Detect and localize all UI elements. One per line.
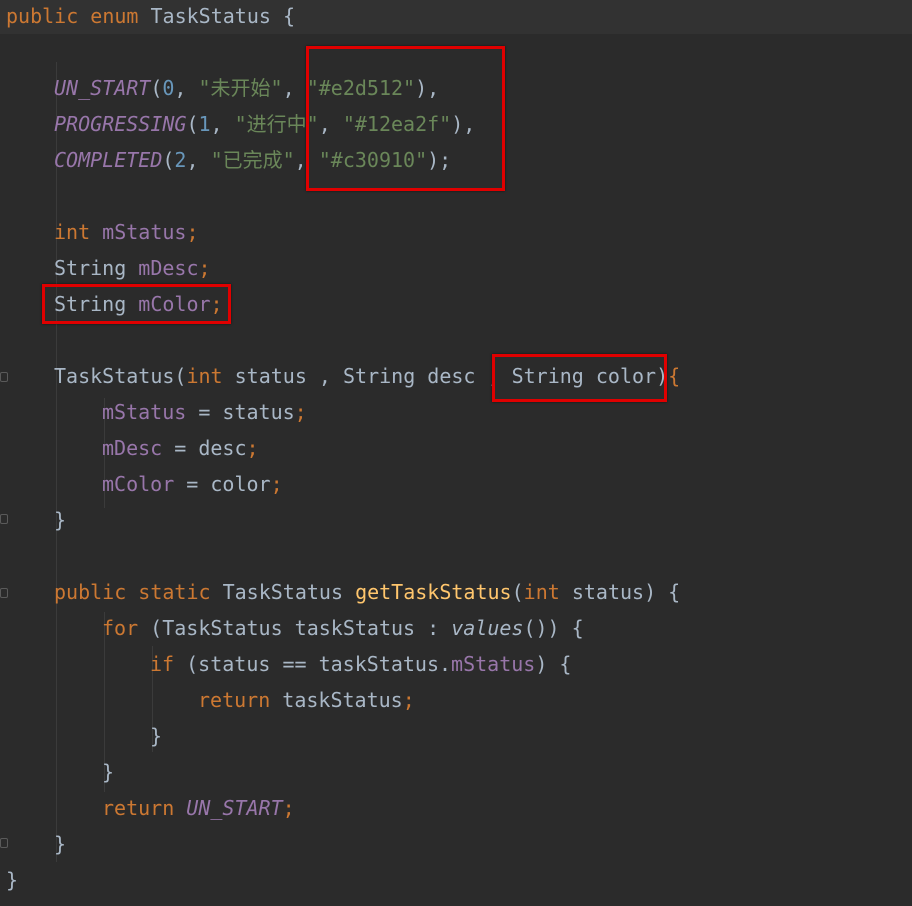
brace: {	[668, 364, 681, 388]
type-name: String	[343, 364, 416, 388]
brace: }	[54, 832, 67, 856]
code-line[interactable]: for (TaskStatus taskStatus : values()) {	[102, 610, 584, 646]
type-keyword: int	[186, 364, 223, 388]
semicolon: ;	[186, 220, 199, 244]
code-text: (status == taskStatus.	[174, 652, 452, 676]
keyword: return	[198, 688, 271, 712]
punct: (	[150, 76, 163, 100]
brace: }	[150, 724, 163, 748]
code-line[interactable]: public enum TaskStatus {	[0, 0, 912, 34]
fold-marker-icon[interactable]	[0, 514, 8, 524]
keyword: for	[102, 616, 139, 640]
enum-constant: PROGRESSING	[54, 112, 187, 136]
type-name: String	[54, 256, 127, 280]
punct: ,	[282, 76, 307, 100]
brace: }	[54, 508, 67, 532]
number-literal: 2	[174, 148, 187, 172]
keyword: return	[102, 796, 175, 820]
code-line[interactable]: }	[150, 718, 162, 754]
code-line[interactable]: return taskStatus;	[198, 682, 415, 718]
field-name: mStatus	[451, 652, 536, 676]
code-text: taskStatus	[270, 688, 403, 712]
code-line[interactable]: mDesc = desc;	[102, 430, 259, 466]
assignment: = status	[186, 400, 295, 424]
semicolon: ;	[270, 472, 283, 496]
paren: (	[511, 580, 524, 604]
param: status ,	[222, 364, 344, 388]
code-line[interactable]: mColor = color;	[102, 466, 283, 502]
semicolon: ;	[402, 688, 415, 712]
number-literal: 0	[162, 76, 175, 100]
code-line[interactable]: return UN_START;	[102, 790, 295, 826]
field-name: mDesc	[138, 256, 199, 280]
code-line[interactable]: }	[54, 826, 66, 862]
semicolon: ;	[246, 436, 259, 460]
punct: ,	[174, 76, 199, 100]
param: status) {	[559, 580, 681, 604]
highlight-box-color-values	[306, 46, 505, 191]
string-literal: "未开始"	[198, 76, 283, 100]
code-line[interactable]: }	[54, 502, 66, 538]
punct: ,	[210, 112, 235, 136]
keyword: static	[138, 580, 211, 604]
punct: ,	[186, 148, 211, 172]
type-name: TaskStatus	[222, 580, 344, 604]
code-line[interactable]: if (status == taskStatus.mStatus) {	[150, 646, 571, 682]
method-call: values	[451, 616, 524, 640]
number-literal: 1	[198, 112, 211, 136]
fold-marker-icon[interactable]	[0, 838, 8, 848]
assignment: = desc	[162, 436, 247, 460]
enum-name: TaskStatus	[150, 4, 271, 28]
assignment: = color	[174, 472, 271, 496]
code-line[interactable]: String mDesc;	[54, 250, 211, 286]
keyword: enum	[90, 4, 139, 28]
method-name: getTaskStatus	[355, 580, 512, 604]
paren: (	[174, 364, 187, 388]
code-text: ) {	[535, 652, 572, 676]
brace: }	[102, 760, 115, 784]
code-text: ()) {	[523, 616, 584, 640]
highlight-box-mcolor-field	[42, 284, 231, 324]
field-name: mColor	[102, 472, 175, 496]
code-line[interactable]: }	[6, 862, 18, 898]
highlight-box-color-param	[492, 354, 667, 402]
brace: {	[282, 4, 296, 28]
code-line[interactable]: mStatus = status;	[102, 394, 307, 430]
constructor-name: TaskStatus	[54, 364, 175, 388]
code-line[interactable]: int mStatus;	[54, 214, 199, 250]
field-name: mStatus	[102, 400, 187, 424]
type-keyword: int	[523, 580, 560, 604]
brace: }	[6, 868, 19, 892]
field-name: mDesc	[102, 436, 163, 460]
code-line[interactable]: }	[102, 754, 114, 790]
enum-constant: COMPLETED	[54, 148, 163, 172]
fold-marker-icon[interactable]	[0, 588, 8, 598]
indent-guide	[56, 62, 57, 862]
string-literal: "已完成"	[210, 148, 295, 172]
fold-marker-icon[interactable]	[0, 372, 8, 382]
semicolon: ;	[198, 256, 211, 280]
keyword: public	[6, 4, 79, 28]
keyword: if	[150, 652, 175, 676]
enum-constant: UN_START	[54, 76, 151, 100]
code-editor[interactable]: public enum TaskStatus { UN_START(0, "未开…	[0, 0, 912, 906]
punct: (	[162, 148, 175, 172]
semicolon: ;	[294, 400, 307, 424]
enum-constant: UN_START	[186, 796, 283, 820]
code-line[interactable]: public static TaskStatus getTaskStatus(i…	[54, 574, 680, 610]
semicolon: ;	[282, 796, 295, 820]
field-name: mStatus	[102, 220, 187, 244]
keyword: public	[54, 580, 127, 604]
type-keyword: int	[54, 220, 91, 244]
punct: (	[186, 112, 199, 136]
code-text: (TaskStatus taskStatus :	[138, 616, 452, 640]
